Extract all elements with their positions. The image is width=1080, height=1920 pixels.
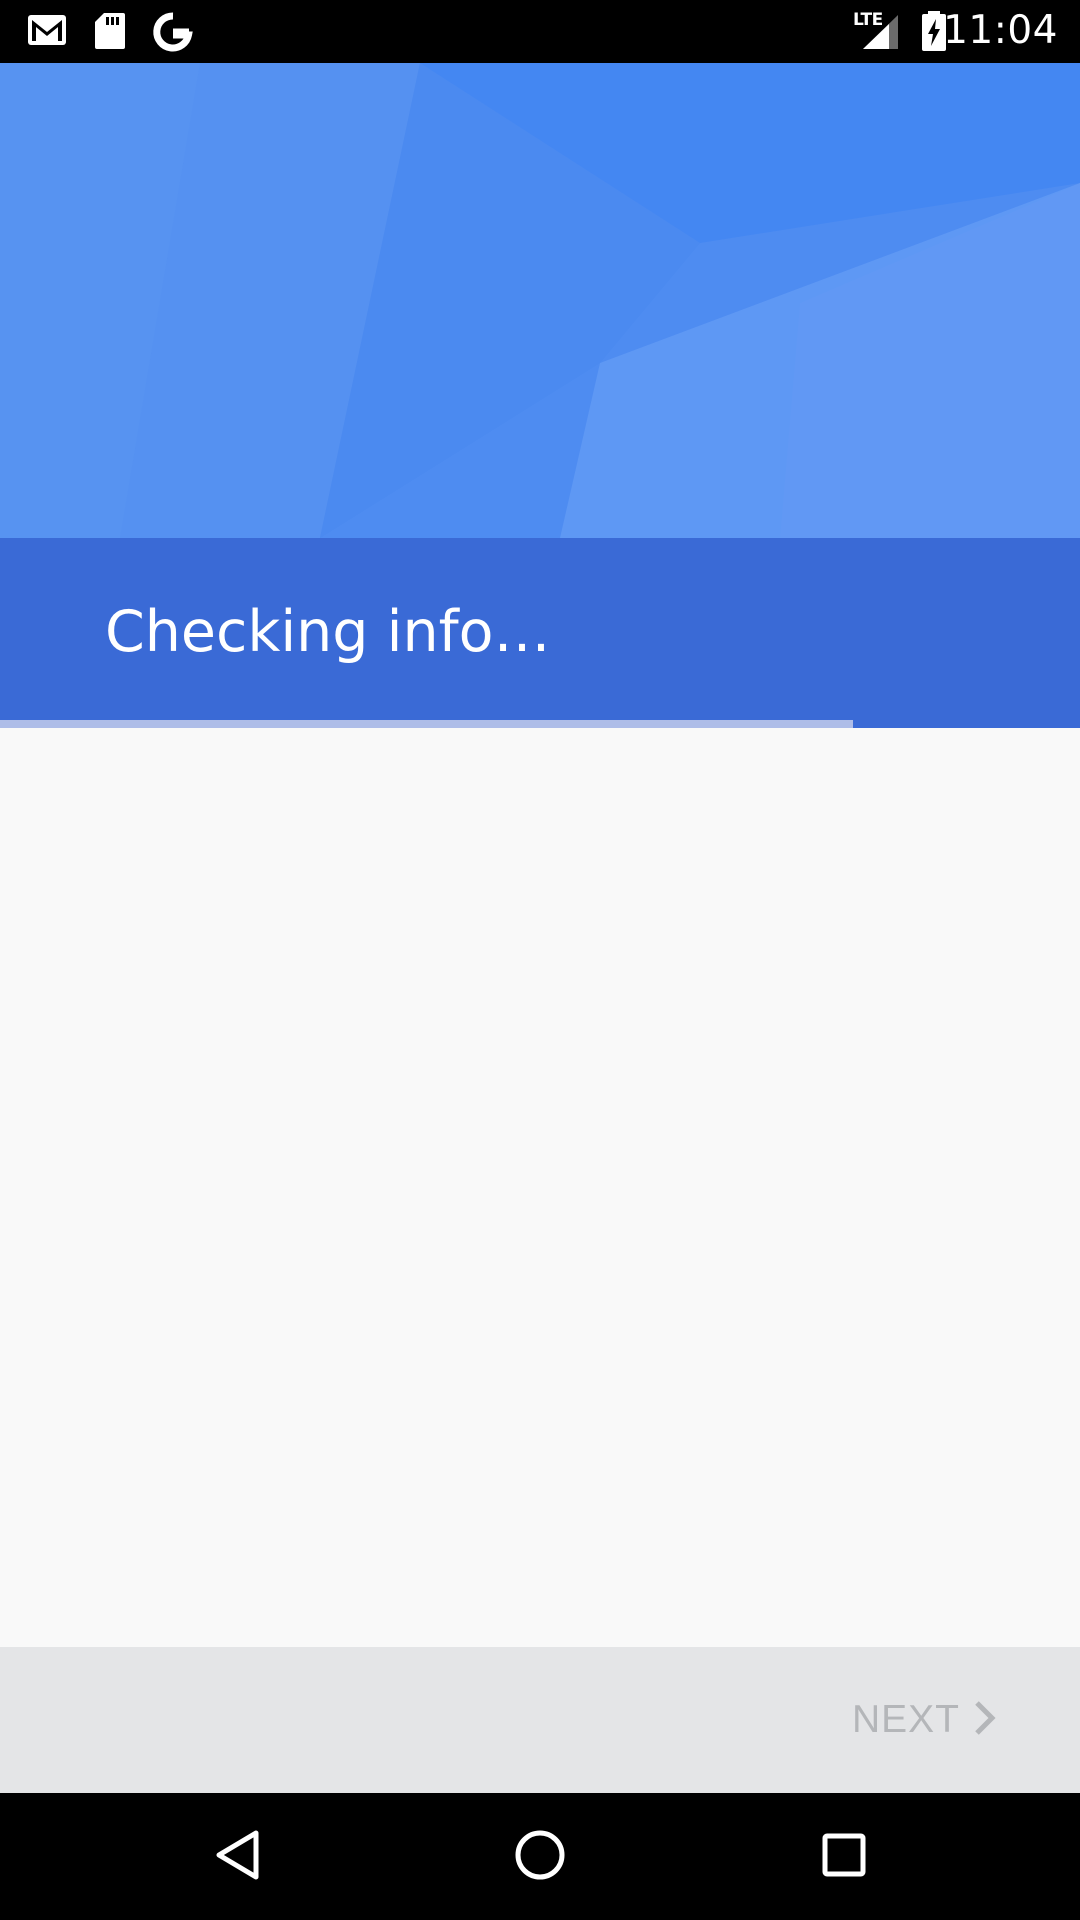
content-area bbox=[0, 728, 1080, 1647]
google-icon bbox=[152, 11, 194, 57]
next-button-label: NEXT bbox=[851, 1698, 960, 1741]
back-button[interactable] bbox=[168, 1793, 308, 1920]
gmail-icon bbox=[27, 14, 67, 50]
progress-indicator bbox=[853, 720, 1080, 728]
status-time: 11:04 bbox=[943, 8, 1058, 53]
recents-button[interactable] bbox=[774, 1793, 914, 1920]
navigation-bar bbox=[0, 1793, 1080, 1920]
setup-screen: LTE 11:04 Checking info… NEXT bbox=[0, 0, 1080, 1920]
progress-bar bbox=[0, 720, 1080, 728]
chevron-right-icon bbox=[974, 1700, 996, 1740]
home-icon bbox=[513, 1828, 567, 1886]
recents-icon bbox=[821, 1832, 867, 1882]
signal-icon bbox=[862, 14, 900, 54]
sd-card-icon bbox=[94, 12, 126, 54]
home-button[interactable] bbox=[470, 1793, 610, 1920]
back-icon bbox=[214, 1829, 262, 1885]
next-button[interactable]: NEXT bbox=[852, 1685, 996, 1755]
button-bar: NEXT bbox=[0, 1647, 1080, 1793]
header-illustration bbox=[0, 63, 1080, 538]
status-bar: LTE 11:04 bbox=[0, 0, 1080, 63]
page-title: Checking info… bbox=[105, 599, 551, 665]
